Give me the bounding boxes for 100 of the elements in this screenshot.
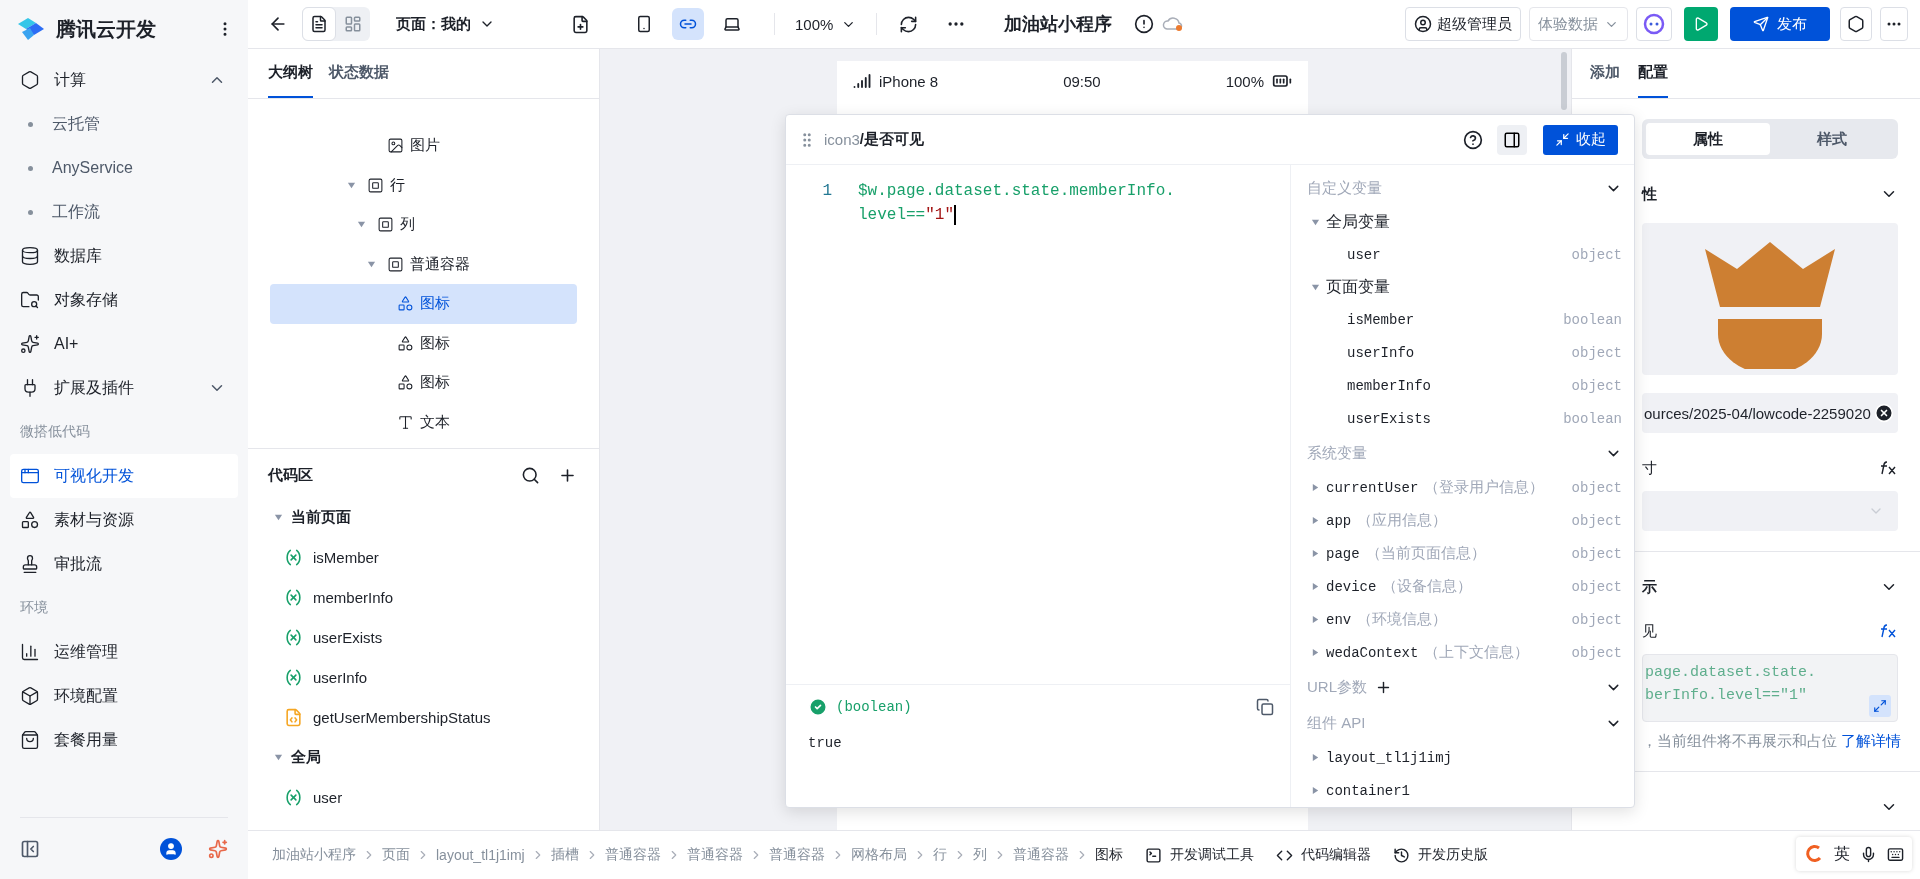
help-icon[interactable]: [1463, 129, 1483, 150]
collapse-button[interactable]: 收起: [1543, 124, 1618, 155]
assistant-button[interactable]: [1636, 7, 1672, 41]
nav-item[interactable]: 扩展及插件: [10, 366, 238, 410]
nav-item[interactable]: 可视化开发: [10, 454, 238, 498]
tool-button[interactable]: 开发历史版: [1392, 846, 1488, 864]
panel-tab[interactable]: 大纲树: [268, 49, 313, 98]
function-icon[interactable]: [1878, 460, 1898, 476]
nav-sub-item[interactable]: 云托管: [0, 102, 248, 146]
keyboard-icon[interactable]: [1887, 845, 1904, 863]
triangle-icon[interactable]: [1311, 753, 1320, 763]
triangle-icon[interactable]: [274, 752, 283, 762]
variable-item[interactable]: isMember boolean: [1307, 303, 1622, 337]
triangle-icon[interactable]: [1311, 483, 1320, 493]
segment-tab[interactable]: 属性: [1646, 123, 1770, 155]
tree-item[interactable]: 图标: [270, 323, 577, 363]
url-field[interactable]: ources/2025-04/lowcode-2259020: [1642, 393, 1898, 433]
triangle-icon[interactable]: [347, 180, 356, 190]
nav-sub-item[interactable]: AnyService: [0, 146, 248, 190]
tool-button[interactable]: 代码编辑器: [1275, 846, 1371, 864]
tree-item[interactable]: 图标: [270, 363, 577, 403]
triangle-icon[interactable]: [1311, 549, 1320, 559]
triangle-icon[interactable]: [357, 220, 366, 230]
learn-more-link[interactable]: 了解详情: [1841, 732, 1901, 751]
alert-icon[interactable]: [1134, 14, 1155, 34]
ime-language[interactable]: 英: [1834, 843, 1850, 865]
variable-item[interactable]: app （应用信息） object: [1307, 504, 1622, 538]
variable-item[interactable]: userInfo object: [1307, 336, 1622, 370]
variable-item[interactable]: layout_tl1j1imj: [1307, 741, 1622, 775]
code-item[interactable]: getUserMembershipStatus: [268, 697, 599, 737]
variable-item[interactable]: user object: [1307, 238, 1622, 272]
variable-group[interactable]: 页面变量: [1307, 271, 1622, 304]
tree-item[interactable]: 图片: [270, 126, 577, 166]
nav-item[interactable]: 套餐用量: [10, 718, 238, 762]
code-group[interactable]: 全局: [268, 737, 599, 777]
mic-icon[interactable]: [1860, 845, 1877, 863]
triangle-icon[interactable]: [1311, 516, 1320, 526]
triangle-icon[interactable]: [367, 259, 376, 269]
run-button[interactable]: [1684, 7, 1718, 41]
breadcrumb-item[interactable]: 图标: [1094, 846, 1123, 864]
code-group[interactable]: 当前页面: [268, 497, 599, 537]
tool-button[interactable]: 开发调试工具: [1144, 846, 1254, 864]
input-method-icon[interactable]: [1804, 844, 1824, 864]
code-item[interactable]: isMember: [268, 537, 599, 577]
clear-icon[interactable]: [1874, 403, 1894, 423]
collapse-sidebar-icon[interactable]: [20, 838, 40, 859]
nav-item[interactable]: 运维管理: [10, 630, 238, 674]
triangle-icon[interactable]: [1311, 283, 1320, 293]
triangle-icon[interactable]: [1311, 582, 1320, 592]
document-view-button[interactable]: [302, 7, 336, 41]
triangle-icon[interactable]: [1311, 218, 1320, 228]
panel-tab[interactable]: 添加: [1590, 49, 1620, 98]
tree-item[interactable]: 文本: [270, 402, 577, 442]
tree-item[interactable]: 图标: [270, 284, 577, 324]
nav-item[interactable]: AI+: [10, 322, 238, 366]
nav-item[interactable]: 数据库: [10, 234, 238, 278]
panel-tab[interactable]: 状态数据: [329, 49, 389, 98]
code-item[interactable]: userInfo: [268, 657, 599, 697]
nav-item[interactable]: 对象存储: [10, 278, 238, 322]
triangle-icon[interactable]: [1311, 648, 1320, 658]
variable-item[interactable]: container1: [1307, 774, 1622, 807]
page-select[interactable]: 页面：我的: [390, 8, 501, 40]
triangle-icon[interactable]: [1311, 615, 1320, 625]
segment-tab[interactable]: 样式: [1770, 123, 1894, 155]
tree-item[interactable]: 普通容器: [270, 244, 577, 284]
user-avatar[interactable]: [160, 837, 182, 860]
tree-item[interactable]: 行: [270, 165, 577, 205]
triangle-icon[interactable]: [274, 512, 283, 522]
nav-sub-item[interactable]: 工作流: [0, 190, 248, 234]
variable-item[interactable]: wedaContext （上下文信息） object: [1307, 636, 1622, 670]
expand-button[interactable]: [1869, 695, 1891, 717]
variable-item[interactable]: env （环境信息） object: [1307, 603, 1622, 637]
publish-button[interactable]: 发布: [1730, 7, 1830, 41]
code-item[interactable]: memberInfo: [268, 577, 599, 617]
nav-item[interactable]: 素材与资源: [10, 498, 238, 542]
zoom-select[interactable]: 100%: [789, 8, 863, 40]
triangle-icon[interactable]: [1311, 786, 1320, 796]
variable-group[interactable]: 全局变量: [1307, 206, 1622, 239]
function-icon[interactable]: [1878, 623, 1898, 639]
variable-item[interactable]: userExists boolean: [1307, 402, 1622, 436]
search-icon[interactable]: [521, 465, 540, 485]
nav-item[interactable]: 环境配置: [10, 674, 238, 718]
copy-icon[interactable]: [1256, 698, 1274, 716]
nav-item[interactable]: 计算: [10, 58, 238, 102]
variable-item[interactable]: page （当前页面信息） object: [1307, 537, 1622, 571]
panel-tab[interactable]: 配置: [1638, 49, 1668, 98]
refresh-icon[interactable]: [899, 14, 919, 34]
variable-item[interactable]: currentUser （登录用户信息） object: [1307, 471, 1622, 505]
variable-item[interactable]: memberInfo object: [1307, 369, 1622, 403]
panel-toggle-button[interactable]: [1497, 124, 1527, 155]
nav-item[interactable]: 审批流: [10, 542, 238, 586]
sparkles-icon[interactable]: [208, 838, 228, 859]
role-button[interactable]: 超级管理员: [1405, 7, 1521, 41]
settings-button[interactable]: [1840, 7, 1872, 41]
add-file-icon[interactable]: [571, 14, 590, 34]
tree-item[interactable]: 列: [270, 205, 577, 245]
code-item[interactable]: user: [268, 777, 599, 817]
code-item[interactable]: userExists: [268, 617, 599, 657]
link-device-button[interactable]: [672, 8, 704, 40]
code-editor[interactable]: 1 $w.page.dataset.state.memberInfo.level=="1": [786, 165, 1290, 684]
